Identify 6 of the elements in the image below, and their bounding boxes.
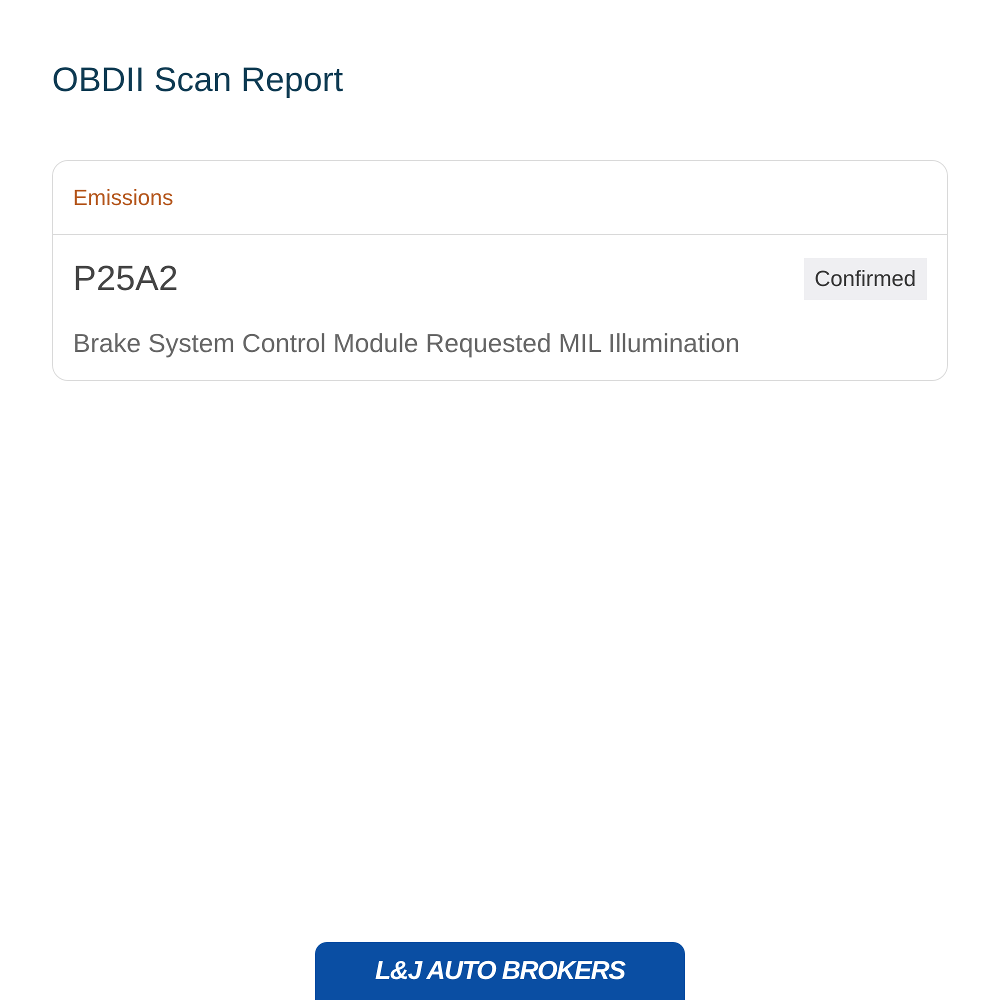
code-description: Brake System Control Module Requested MIL Illumination [73, 327, 741, 360]
section-heading: Emissions [73, 184, 174, 210]
logo-text: L&J AUTO BROKERS [375, 955, 625, 985]
trouble-code: P25A2 [73, 258, 178, 300]
status-badge: Confirmed [804, 258, 927, 300]
report-title: OBDII Scan Report [52, 60, 344, 101]
